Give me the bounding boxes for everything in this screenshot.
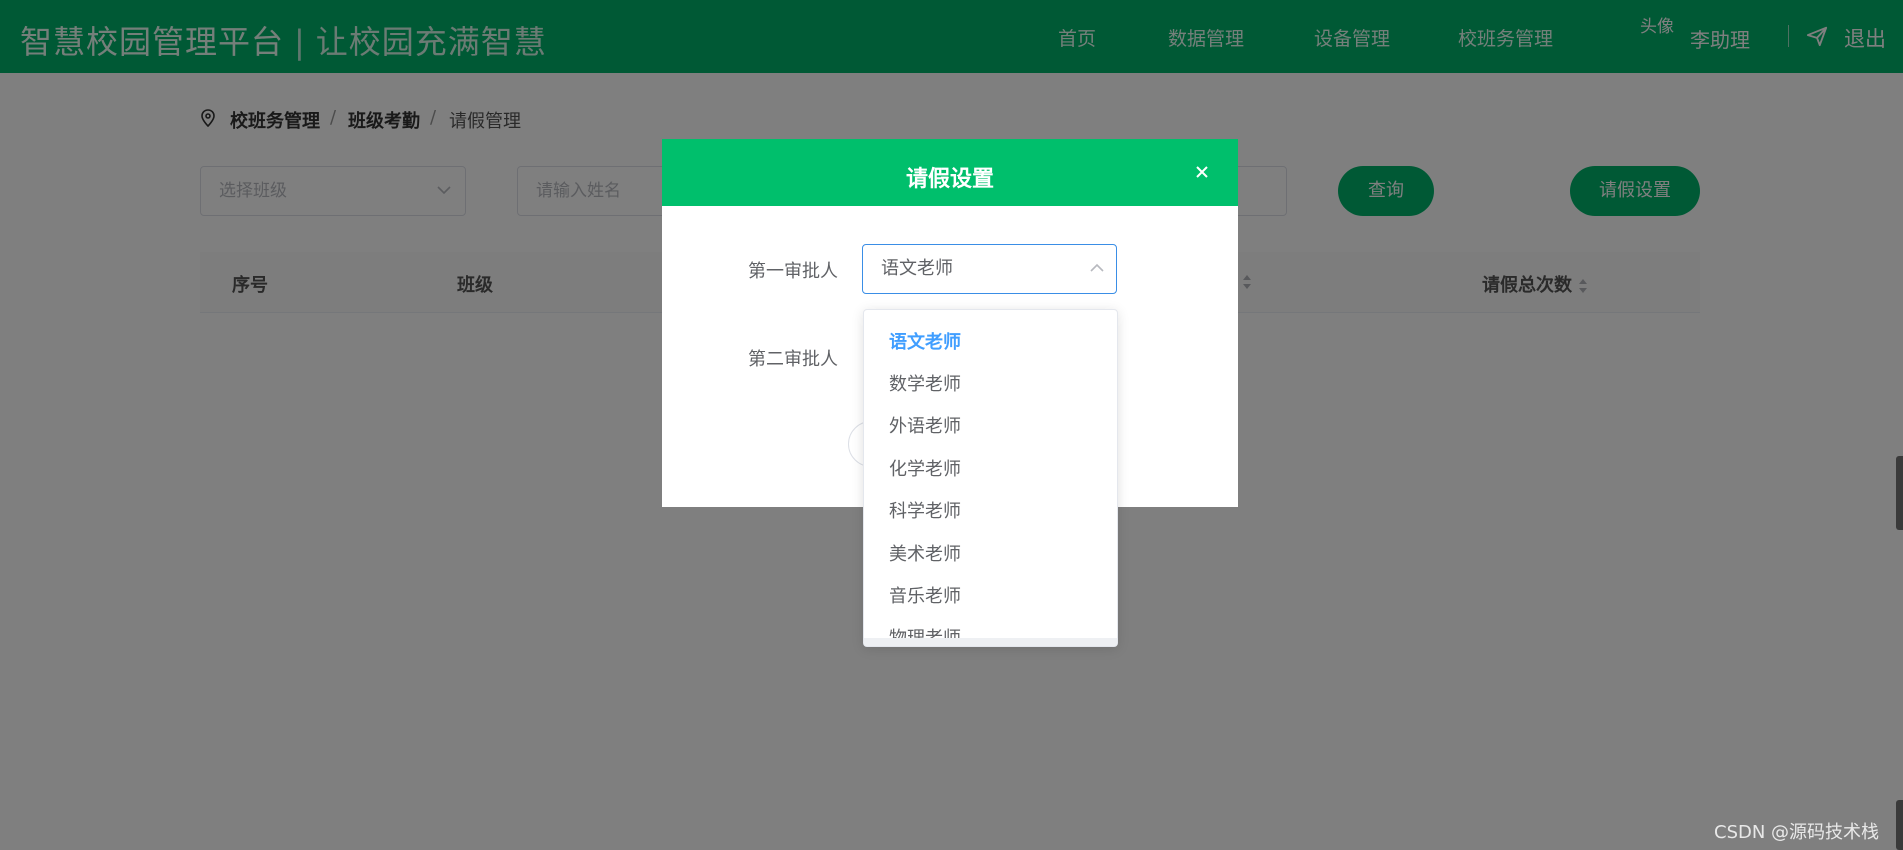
dropdown-option-chinese-teacher[interactable]: 语文老师 <box>889 328 961 354</box>
side-handle[interactable] <box>1896 800 1903 850</box>
dropdown-option-foreign-language-teacher[interactable]: 外语老师 <box>889 412 961 438</box>
dialog-header: 请假设置 <box>662 139 1238 206</box>
dropdown-option-math-teacher[interactable]: 数学老师 <box>889 370 961 396</box>
first-approver-value: 语文老师 <box>881 258 953 279</box>
watermark: CSDN @源码技术栈 <box>1714 822 1880 843</box>
dropdown-option-chemistry-teacher[interactable]: 化学老师 <box>889 455 961 481</box>
dropdown-option-music-teacher[interactable]: 音乐老师 <box>889 582 961 608</box>
close-icon[interactable] <box>1192 162 1212 182</box>
dropdown-option-science-teacher[interactable]: 科学老师 <box>889 497 961 523</box>
chevron-up-icon <box>1090 263 1104 272</box>
second-approver-label: 第二审批人 <box>748 349 838 370</box>
dropdown-scrollbar[interactable] <box>864 638 1117 646</box>
dialog-title: 请假设置 <box>905 167 994 192</box>
approver-dropdown: 语文老师 数学老师 外语老师 化学老师 科学老师 美术老师 音乐老师 物理老师 <box>863 309 1118 647</box>
first-approver-label: 第一审批人 <box>748 261 838 282</box>
side-handle[interactable] <box>1896 456 1903 530</box>
first-approver-select[interactable]: 语文老师 <box>862 244 1117 294</box>
dropdown-option-art-teacher[interactable]: 美术老师 <box>889 540 961 566</box>
